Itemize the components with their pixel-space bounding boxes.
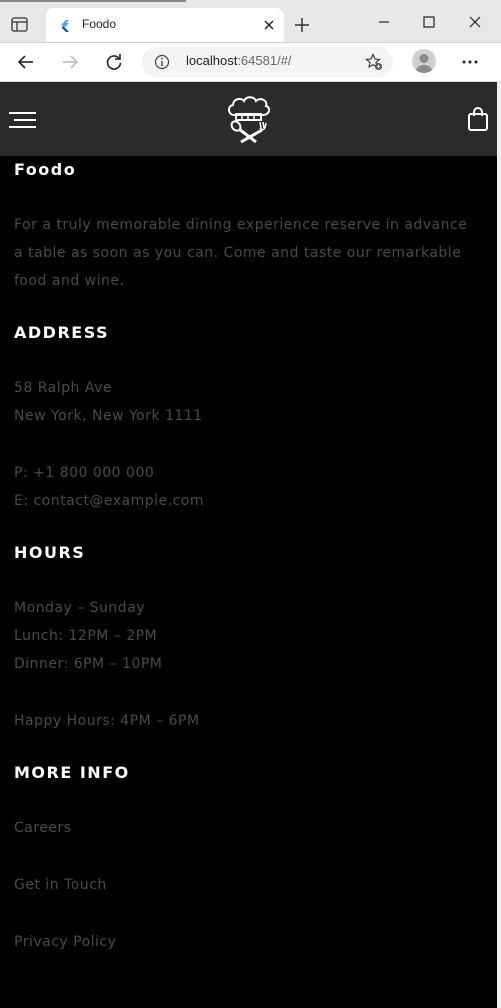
address-street: 58 Ralph Ave [14, 380, 113, 396]
browser-tab[interactable]: Foodo [46, 8, 284, 42]
tab-close-icon[interactable] [262, 17, 276, 31]
tab-title: Foodo [82, 17, 117, 31]
window-close-icon[interactable] [464, 12, 486, 32]
privacy-policy-link[interactable]: Privacy Policy [14, 934, 116, 950]
hours-days: Monday – Sunday [14, 600, 146, 616]
browser-toolbar: localhost:64581/#/ [0, 43, 501, 82]
forward-arrow-icon[interactable] [60, 52, 80, 72]
careers-link[interactable]: Careers [14, 820, 72, 836]
maximize-icon[interactable] [418, 12, 440, 32]
back-arrow-icon[interactable] [16, 52, 36, 72]
titlebar-accent-line [0, 0, 186, 2]
brand-title: Foodo [14, 160, 77, 179]
address-city: New York, New York 1111 [14, 408, 203, 424]
more-info-heading: MORE INFO [14, 763, 130, 782]
address-phone: P: +1 800 000 000 [14, 465, 155, 481]
hours-dinner: Dinner: 6PM – 10PM [14, 656, 163, 672]
get-in-touch-link[interactable]: Get in Touch [14, 877, 107, 893]
more-options-icon[interactable] [460, 52, 480, 72]
address-email: E: contact@example.com [14, 493, 205, 509]
app-header [0, 82, 497, 156]
hours-happy: Happy Hours: 4PM – 6PM [14, 713, 200, 729]
brand-description: For a truly memorable dining experience … [14, 217, 468, 289]
address-heading: ADDRESS [14, 323, 110, 342]
profile-avatar-icon[interactable] [412, 49, 436, 73]
add-favorite-icon[interactable] [365, 53, 383, 71]
page-scrollbar[interactable] [497, 82, 501, 1008]
minimize-icon[interactable] [373, 12, 395, 32]
site-info-icon[interactable] [154, 54, 170, 70]
new-tab-icon[interactable] [292, 15, 312, 35]
shopping-bag-icon[interactable] [466, 106, 490, 132]
url-text: localhost:64581/#/ [186, 53, 292, 68]
url-host: localhost [186, 53, 238, 68]
flutter-favicon-icon [58, 18, 72, 32]
hours-heading: HOURS [14, 543, 86, 562]
reload-icon[interactable] [104, 52, 124, 72]
hours-lunch: Lunch: 12PM – 2PM [14, 628, 158, 644]
browser-titlebar: Foodo [0, 0, 501, 43]
tab-actions-icon[interactable] [10, 15, 30, 35]
menu-icon[interactable] [8, 111, 38, 129]
address-bar[interactable]: localhost:64581/#/ [142, 47, 393, 77]
url-path: :64581/#/ [237, 53, 292, 68]
chef-logo-icon[interactable] [222, 93, 274, 145]
